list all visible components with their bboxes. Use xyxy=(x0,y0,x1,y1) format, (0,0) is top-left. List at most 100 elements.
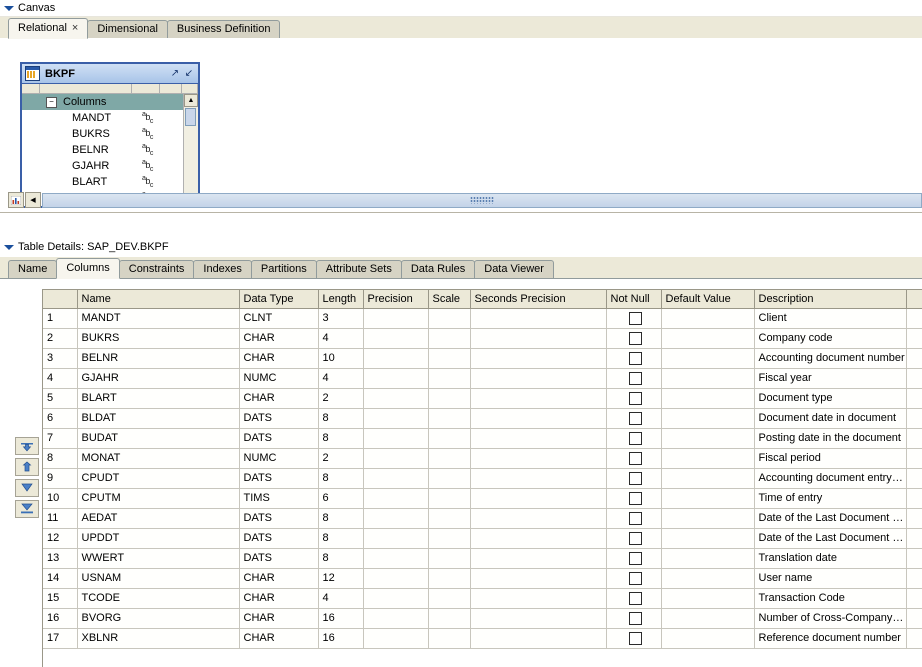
table-node-scrollbar[interactable]: ▲ ▼ xyxy=(183,94,198,206)
cell-length[interactable]: 4 xyxy=(318,328,363,348)
table-node-column-row[interactable]: BELNR abc xyxy=(22,142,184,158)
cell-not-null[interactable] xyxy=(606,528,661,548)
cell-description[interactable]: Time of entry xyxy=(754,488,906,508)
cell-length[interactable]: 8 xyxy=(318,468,363,488)
table-row[interactable]: 10CPUTMTIMS6Time of entry xyxy=(43,488,922,508)
cell-name[interactable]: USNAM xyxy=(77,568,239,588)
col-header-default-value[interactable]: Default Value xyxy=(661,290,754,308)
not-null-checkbox[interactable] xyxy=(629,432,642,445)
cell-description[interactable]: Date of the Last Document Update xyxy=(754,528,906,548)
cell-not-null[interactable] xyxy=(606,408,661,428)
col-header-seg-2[interactable] xyxy=(40,84,132,93)
cell-data-type[interactable]: CHAR xyxy=(239,588,318,608)
table-row[interactable]: 13WWERTDATS8Translation date xyxy=(43,548,922,568)
not-null-checkbox[interactable] xyxy=(629,532,642,545)
columns-grid[interactable]: Name Data Type Length Precision Scale Se… xyxy=(42,289,922,667)
cell-not-null[interactable] xyxy=(606,568,661,588)
cell-default-value[interactable] xyxy=(661,568,754,588)
cell-not-null[interactable] xyxy=(606,588,661,608)
not-null-checkbox[interactable] xyxy=(629,512,642,525)
cell-extra[interactable] xyxy=(906,528,922,548)
col-header-not-null[interactable]: Not Null xyxy=(606,290,661,308)
maximize-icon[interactable]: ↗ xyxy=(169,68,181,80)
row-number-cell[interactable]: 14 xyxy=(43,568,77,588)
col-header-seconds-precision[interactable]: Seconds Precision xyxy=(470,290,606,308)
table-details-header[interactable]: Table Details: SAP_DEV.BKPF xyxy=(0,239,922,255)
scroll-up-icon[interactable]: ▲ xyxy=(184,94,198,107)
cell-default-value[interactable] xyxy=(661,508,754,528)
cell-description[interactable]: Reference document number xyxy=(754,628,906,648)
row-number-cell[interactable]: 11 xyxy=(43,508,77,528)
cell-name[interactable]: CPUTM xyxy=(77,488,239,508)
cell-description[interactable]: Number of Cross-Company Code... xyxy=(754,608,906,628)
not-null-checkbox[interactable] xyxy=(629,372,642,385)
cell-description[interactable]: Fiscal period xyxy=(754,448,906,468)
collapse-triangle-icon[interactable] xyxy=(4,6,14,11)
cell-not-null[interactable] xyxy=(606,388,661,408)
not-null-checkbox[interactable] xyxy=(629,312,642,325)
cell-data-type[interactable]: CHAR xyxy=(239,348,318,368)
row-number-cell[interactable]: 16 xyxy=(43,608,77,628)
cell-data-type[interactable]: DATS xyxy=(239,428,318,448)
not-null-checkbox[interactable] xyxy=(629,632,642,645)
tab-attribute-sets[interactable]: Attribute Sets xyxy=(316,260,402,278)
cell-data-type[interactable]: DATS xyxy=(239,528,318,548)
canvas-horizontal-scrollbar[interactable] xyxy=(42,193,922,208)
cell-not-null[interactable] xyxy=(606,348,661,368)
not-null-checkbox[interactable] xyxy=(629,552,642,565)
cell-description[interactable]: Document type xyxy=(754,388,906,408)
cell-name[interactable]: CPUDT xyxy=(77,468,239,488)
cell-not-null[interactable] xyxy=(606,508,661,528)
tab-partitions[interactable]: Partitions xyxy=(251,260,317,278)
table-row[interactable]: 1MANDTCLNT3Client xyxy=(43,308,922,328)
cell-length[interactable]: 16 xyxy=(318,608,363,628)
cell-length[interactable]: 8 xyxy=(318,408,363,428)
cell-description[interactable]: Fiscal year xyxy=(754,368,906,388)
cell-not-null[interactable] xyxy=(606,608,661,628)
table-row[interactable]: 7BUDATDATS8Posting date in the document xyxy=(43,428,922,448)
cell-extra[interactable] xyxy=(906,488,922,508)
cell-description[interactable]: Accounting document entry date xyxy=(754,468,906,488)
cell-extra[interactable] xyxy=(906,548,922,568)
cell-default-value[interactable] xyxy=(661,588,754,608)
move-up-button[interactable] xyxy=(15,458,39,476)
row-number-cell[interactable]: 9 xyxy=(43,468,77,488)
move-to-bottom-button[interactable] xyxy=(15,500,39,518)
table-row[interactable]: 8MONATNUMC2Fiscal period xyxy=(43,448,922,468)
row-number-cell[interactable]: 2 xyxy=(43,328,77,348)
cell-length[interactable]: 16 xyxy=(318,628,363,648)
cell-not-null[interactable] xyxy=(606,468,661,488)
table-row[interactable]: 3BELNRCHAR10Accounting document number xyxy=(43,348,922,368)
cell-default-value[interactable] xyxy=(661,348,754,368)
cell-extra[interactable] xyxy=(906,368,922,388)
cell-data-type[interactable]: NUMC xyxy=(239,448,318,468)
cell-default-value[interactable] xyxy=(661,388,754,408)
cell-name[interactable]: TCODE xyxy=(77,588,239,608)
cell-extra[interactable] xyxy=(906,508,922,528)
cell-length[interactable]: 3 xyxy=(318,308,363,328)
tab-relational[interactable]: Relational × xyxy=(8,18,88,39)
cell-extra[interactable] xyxy=(906,568,922,588)
table-node-column-row[interactable]: BLART abc xyxy=(22,174,184,190)
cell-default-value[interactable] xyxy=(661,448,754,468)
row-number-cell[interactable]: 4 xyxy=(43,368,77,388)
cell-name[interactable]: BUDAT xyxy=(77,428,239,448)
cell-extra[interactable] xyxy=(906,428,922,448)
cell-length[interactable]: 2 xyxy=(318,388,363,408)
cell-description[interactable]: Client xyxy=(754,308,906,328)
table-row[interactable]: 16BVORGCHAR16Number of Cross-Company Cod… xyxy=(43,608,922,628)
table-row[interactable]: 2BUKRSCHAR4Company code xyxy=(43,328,922,348)
table-row[interactable]: 12UPDDTDATS8Date of the Last Document Up… xyxy=(43,528,922,548)
cell-default-value[interactable] xyxy=(661,428,754,448)
cell-description[interactable]: Date of the Last Document Chang... xyxy=(754,508,906,528)
table-row[interactable]: 15TCODECHAR4Transaction Code xyxy=(43,588,922,608)
cell-description[interactable]: Translation date xyxy=(754,548,906,568)
table-row[interactable]: 4GJAHRNUMC4Fiscal year xyxy=(43,368,922,388)
cell-data-type[interactable]: CHAR xyxy=(239,328,318,348)
cell-length[interactable]: 8 xyxy=(318,548,363,568)
tab-name[interactable]: Name xyxy=(8,260,57,278)
collapse-expander-icon[interactable]: − xyxy=(46,97,57,108)
cell-description[interactable]: Company code xyxy=(754,328,906,348)
close-icon[interactable]: × xyxy=(72,23,78,34)
cell-name[interactable]: BLART xyxy=(77,388,239,408)
